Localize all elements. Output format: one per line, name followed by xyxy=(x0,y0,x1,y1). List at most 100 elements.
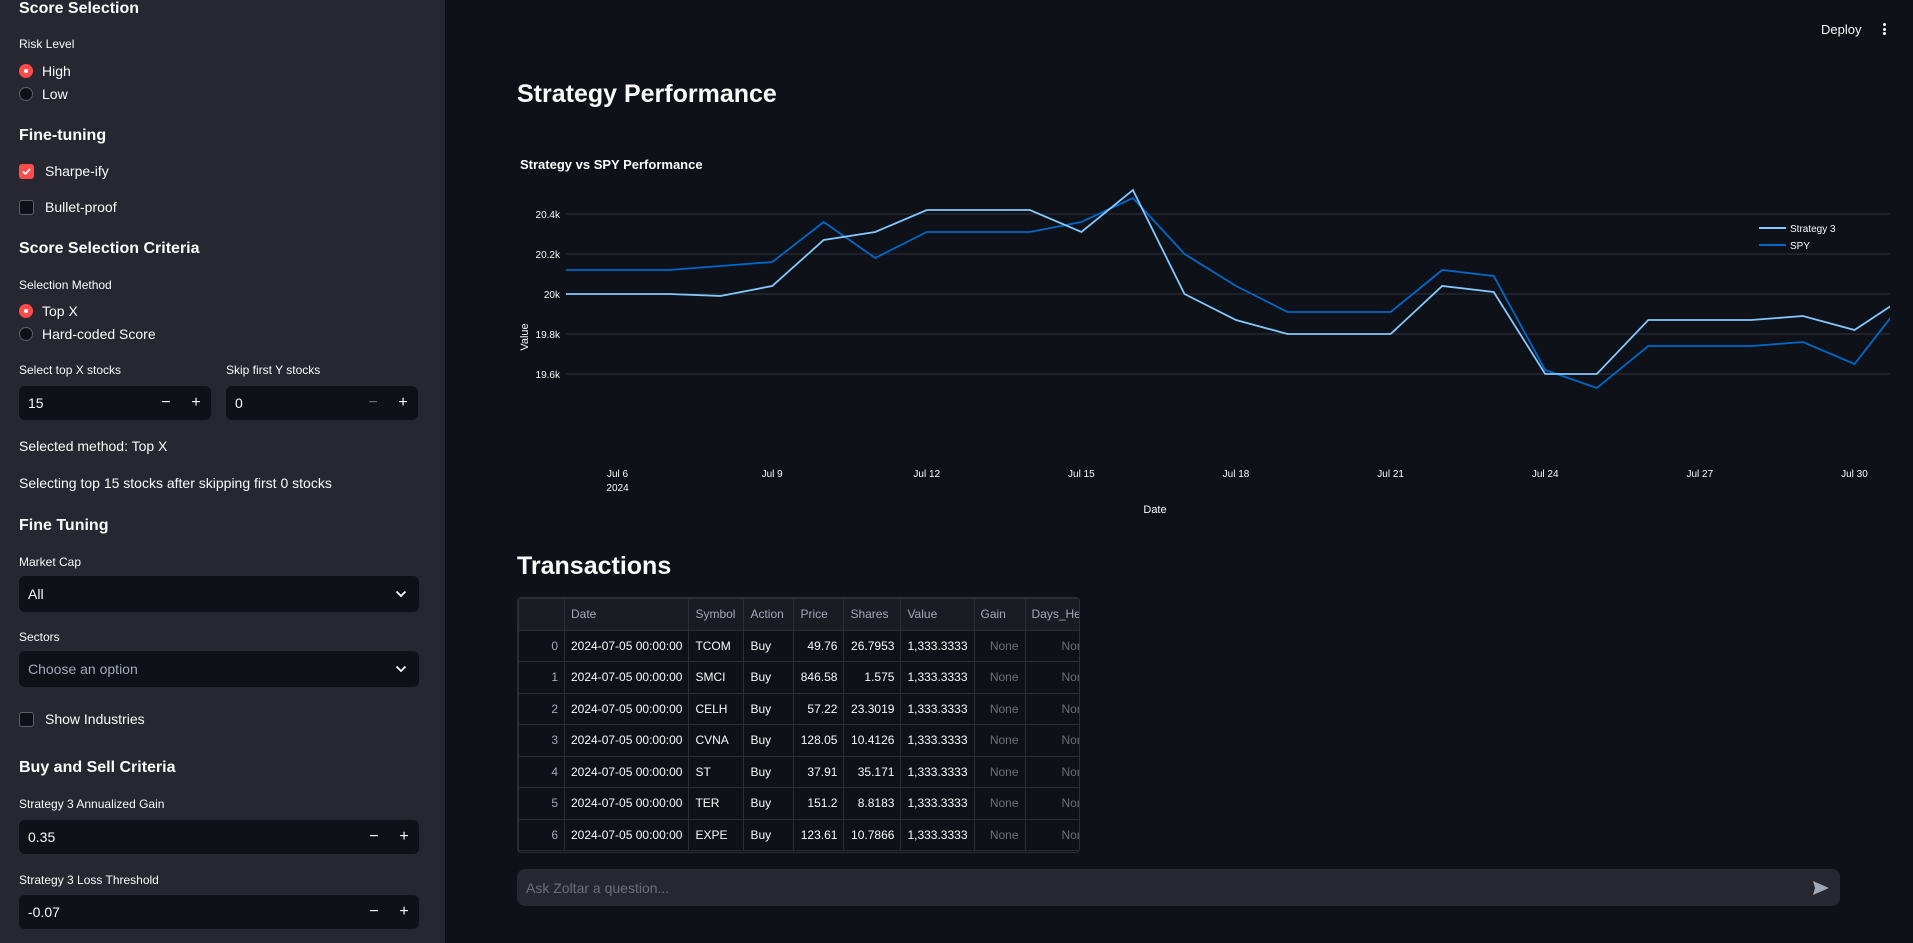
table-cell[interactable]: None xyxy=(1024,661,1079,694)
chat-placeholder[interactable]: Ask Zoltar a question... xyxy=(526,880,1811,896)
table-cell[interactable]: 846.58 xyxy=(793,661,845,694)
top-x-number-input[interactable]: 15 − + xyxy=(19,386,211,420)
table-cell[interactable]: 1,333.3333 xyxy=(900,818,975,851)
table-cell[interactable]: 23.3019 xyxy=(843,692,902,725)
table-cell[interactable]: 2024-07-05 00:00:00 xyxy=(563,787,690,820)
table-cell[interactable]: 4 xyxy=(518,755,565,788)
table-cell[interactable]: 8.8183 xyxy=(843,787,902,820)
legend-label[interactable]: Strategy 3 xyxy=(1790,224,1836,235)
minus-icon[interactable]: − xyxy=(358,386,388,420)
market-cap-select[interactable]: All xyxy=(19,576,419,612)
table-cell[interactable]: Buy xyxy=(743,661,795,694)
sectors-select[interactable]: Choose an option xyxy=(19,651,419,687)
table-cell[interactable]: None xyxy=(973,629,1026,662)
table-cell[interactable]: 2024-07-05 00:00:00 xyxy=(563,724,690,757)
checkbox-sharpe-ify[interactable]: Sharpe-ify xyxy=(19,163,109,179)
table-cell[interactable]: 123.61 xyxy=(793,818,845,851)
table-cell[interactable]: CVNA xyxy=(688,724,745,757)
checkbox-bullet-proof[interactable]: Bullet-proof xyxy=(19,199,117,215)
table-cell[interactable]: 2 xyxy=(518,692,565,725)
table-row[interactable]: 1 2024-07-05 00:00:00 SMCI Buy 846.58 1.575 1,… xyxy=(518,661,1079,694)
table-cell[interactable]: 2024-07-05 00:00:00 xyxy=(563,818,690,851)
radio-risk-low[interactable]: Low xyxy=(19,86,68,102)
gain-number-input[interactable]: 0.35 − + xyxy=(19,820,419,854)
table-row[interactable]: 0 2024-07-05 00:00:00 TCOM Buy 49.76 26.7953 1… xyxy=(518,629,1079,662)
gain-value[interactable]: 0.35 xyxy=(19,829,359,845)
plus-icon[interactable]: + xyxy=(388,386,418,420)
table-cell[interactable]: EXPE xyxy=(688,818,745,851)
table-cell[interactable]: 26.7953 xyxy=(843,629,902,662)
table-cell[interactable]: 57.22 xyxy=(793,692,845,725)
loss-value[interactable]: -0.07 xyxy=(19,904,359,920)
table-cell[interactable]: None xyxy=(973,787,1026,820)
table-cell[interactable]: Buy xyxy=(743,724,795,757)
table-cell[interactable]: 1,333.3333 xyxy=(900,755,975,788)
table-cell[interactable]: 49.76 xyxy=(793,629,845,662)
table-cell[interactable]: 10.7866 xyxy=(843,818,902,851)
loss-number-input[interactable]: -0.07 − + xyxy=(19,895,419,929)
radio-risk-high[interactable]: High xyxy=(19,63,71,79)
table-row[interactable]: 6 2024-07-05 00:00:00 EXPE Buy 123.61 10.7866… xyxy=(518,818,1079,851)
table-cell[interactable]: CELH xyxy=(688,692,745,725)
table-cell[interactable]: SMCI xyxy=(688,661,745,694)
table-cell[interactable]: Buy xyxy=(743,629,795,662)
table-cell[interactable]: Buy xyxy=(743,787,795,820)
skip-y-number-input[interactable]: 0 − + xyxy=(226,386,418,420)
plus-icon[interactable]: + xyxy=(389,895,419,929)
table-cell[interactable]: 1,333.3333 xyxy=(900,724,975,757)
table-cell[interactable]: 2024-07-05 00:00:00 xyxy=(563,629,690,662)
column-header[interactable]: Gain xyxy=(973,598,1026,631)
skip-y-value[interactable]: 0 xyxy=(226,395,358,411)
series-line-spy[interactable] xyxy=(566,196,1890,390)
table-cell[interactable]: Buy xyxy=(743,692,795,725)
minus-icon[interactable]: − xyxy=(359,820,389,854)
table-cell[interactable]: 2024-07-05 00:00:00 xyxy=(563,755,690,788)
table-cell[interactable]: 1,333.3333 xyxy=(900,629,975,662)
table-cell[interactable]: Buy xyxy=(743,755,795,788)
table-cell[interactable]: 2024-07-05 00:00:00 xyxy=(563,661,690,694)
table-cell[interactable]: 1,333.3333 xyxy=(900,661,975,694)
column-header[interactable]: Days_Held xyxy=(1024,598,1079,631)
top-x-value[interactable]: 15 xyxy=(19,395,151,411)
table-cell[interactable]: TCOM xyxy=(688,629,745,662)
table-cell[interactable]: None xyxy=(1024,692,1079,725)
table-row[interactable]: 4 2024-07-05 00:00:00 ST Buy 37.91 35.171 1,33… xyxy=(518,755,1079,788)
table-cell[interactable]: 37.91 xyxy=(793,755,845,788)
table-row[interactable]: 5 2024-07-05 00:00:00 TER Buy 151.2 8.8183 1,3… xyxy=(518,787,1079,820)
table-cell[interactable]: None xyxy=(1024,755,1079,788)
table-cell[interactable]: None xyxy=(973,661,1026,694)
column-header[interactable]: Date xyxy=(563,598,690,631)
table-cell[interactable]: TER xyxy=(688,787,745,820)
table-cell[interactable]: None xyxy=(1024,787,1079,820)
column-header[interactable]: Price xyxy=(793,598,845,631)
minus-icon[interactable]: − xyxy=(359,895,389,929)
table-cell[interactable]: 35.171 xyxy=(843,755,902,788)
table-cell[interactable]: 0 xyxy=(518,629,565,662)
column-header[interactable]: Shares xyxy=(843,598,902,631)
table-cell[interactable]: None xyxy=(1024,629,1079,662)
main-menu-icon[interactable] xyxy=(1879,21,1889,37)
chat-input[interactable]: Ask Zoltar a question... xyxy=(517,869,1840,906)
table-cell[interactable]: 1,333.3333 xyxy=(900,787,975,820)
table-cell[interactable]: 3 xyxy=(518,724,565,757)
minus-icon[interactable]: − xyxy=(151,386,181,420)
table-cell[interactable]: 151.2 xyxy=(793,787,845,820)
legend-label[interactable]: SPY xyxy=(1790,241,1810,252)
send-icon[interactable] xyxy=(1811,878,1831,898)
column-header[interactable]: Action xyxy=(743,598,795,631)
table-cell[interactable]: 1 xyxy=(518,661,565,694)
table-cell[interactable]: None xyxy=(973,818,1026,851)
table-cell[interactable]: ST xyxy=(688,755,745,788)
table-cell[interactable]: 2024-07-05 00:00:00 xyxy=(563,692,690,725)
table-cell[interactable]: 6 xyxy=(518,818,565,851)
table-cell[interactable]: 128.05 xyxy=(793,724,845,757)
table-cell[interactable]: Buy xyxy=(743,818,795,851)
transactions-table[interactable]: Date Symbol Action Price Shares Value Gain Days… xyxy=(517,597,1080,853)
table-cell[interactable]: 10.4126 xyxy=(843,724,902,757)
table-cell[interactable]: None xyxy=(1024,818,1079,851)
checkbox-show-industries[interactable]: Show Industries xyxy=(19,711,145,727)
column-header[interactable] xyxy=(518,598,565,631)
column-header[interactable]: Symbol xyxy=(688,598,745,631)
plus-icon[interactable]: + xyxy=(389,820,419,854)
table-row[interactable]: 2 2024-07-05 00:00:00 CELH Buy 57.22 23.3019 1… xyxy=(518,692,1079,725)
